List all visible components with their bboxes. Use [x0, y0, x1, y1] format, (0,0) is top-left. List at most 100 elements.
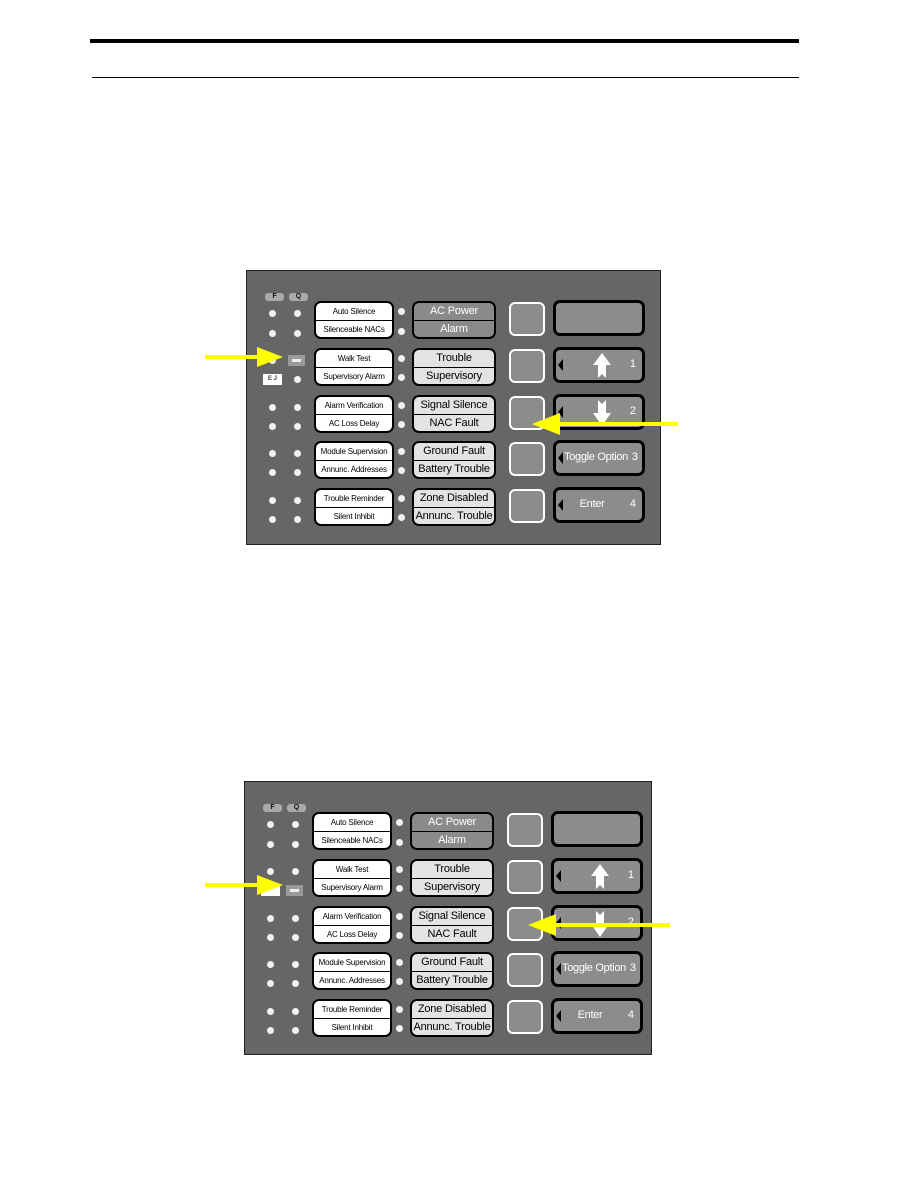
led-status — [398, 328, 405, 335]
led-q — [292, 1008, 299, 1015]
function-label: Silent Inhibit — [316, 507, 392, 524]
caret-left-icon — [556, 1010, 561, 1022]
function-label: Trouble Reminder — [323, 494, 385, 503]
function-label: Alarm Verification — [322, 912, 382, 921]
function-label-group: Trouble Reminder Silent Inhibit — [314, 488, 394, 526]
indicator-dash — [288, 355, 305, 366]
square-button[interactable] — [507, 1000, 543, 1034]
led-q — [292, 821, 299, 828]
status-label: Battery Trouble — [412, 972, 492, 988]
function-label: Silent Inhibit — [314, 1018, 390, 1035]
column-label-f: F — [263, 804, 282, 812]
function-label: Walk Test — [337, 354, 371, 363]
led-f — [267, 1008, 274, 1015]
led-q — [294, 450, 301, 457]
led-f — [267, 934, 274, 941]
caret-left-icon — [558, 499, 563, 511]
led-q — [292, 980, 299, 987]
key-label: Toggle Option — [562, 962, 626, 974]
callout-arrow-left-icon — [532, 413, 678, 435]
header-rule-thin — [92, 77, 799, 78]
status-label: Supervisory — [412, 879, 492, 895]
status-label-group: Ground Fault Battery Trouble — [412, 441, 496, 479]
status-label: Zone Disabled — [414, 490, 494, 507]
led-q — [292, 961, 299, 968]
status-label-group: AC Power Alarm — [412, 301, 496, 339]
key-number: 1 — [627, 869, 634, 881]
callout-arrow-right-icon — [205, 875, 283, 895]
led-f — [267, 915, 274, 922]
status-label: NAC Fault — [412, 926, 492, 942]
led-status — [398, 355, 405, 362]
status-label: Alarm — [414, 321, 494, 337]
led-f — [269, 310, 276, 317]
status-label: Battery Trouble — [414, 461, 494, 477]
led-q — [294, 330, 301, 337]
arrow-up-icon — [593, 353, 611, 378]
key-number: 1 — [629, 358, 636, 370]
square-button[interactable] — [507, 953, 543, 987]
function-label-group: Alarm Verification AC Loss Delay — [312, 906, 392, 944]
square-button[interactable] — [509, 349, 545, 383]
led-status — [398, 308, 405, 315]
keypad-button-4[interactable]: Enter 4 — [553, 487, 645, 523]
led-status — [396, 1006, 403, 1013]
keypad-button-4[interactable]: Enter 4 — [551, 998, 643, 1034]
function-label: Supervisory Alarm — [316, 367, 392, 384]
function-label: Trouble Reminder — [321, 1005, 383, 1014]
function-label-group: Module Supervision Annunc. Addresses — [314, 441, 394, 479]
led-q — [292, 1027, 299, 1034]
function-label: AC Loss Delay — [316, 414, 392, 431]
caret-left-icon — [556, 963, 561, 975]
keypad-button-0[interactable] — [551, 811, 643, 847]
led-status — [396, 885, 403, 892]
status-label: Trouble — [414, 350, 494, 367]
led-q — [292, 934, 299, 941]
function-label: Auto Silence — [330, 818, 374, 827]
arrow-up-icon — [591, 864, 609, 889]
led-q — [292, 915, 299, 922]
key-number: 4 — [627, 1009, 634, 1021]
led-status — [396, 932, 403, 939]
status-label-group: Signal Silence NAC Fault — [412, 395, 496, 433]
status-label: Supervisory — [414, 368, 494, 384]
square-button[interactable] — [507, 860, 543, 894]
callout-arrow-right-icon — [205, 347, 283, 367]
led-status — [396, 959, 403, 966]
callout-arrow-left-icon — [528, 914, 670, 936]
keypad-button-3[interactable]: Toggle Option 3 — [553, 440, 645, 476]
square-button[interactable] — [509, 442, 545, 476]
led-f — [269, 423, 276, 430]
function-label: Walk Test — [335, 865, 369, 874]
indicator-label: E J — [263, 374, 282, 385]
status-label-group: Trouble Supervisory — [410, 859, 494, 897]
led-status — [396, 866, 403, 873]
led-f — [269, 497, 276, 504]
function-label: Supervisory Alarm — [314, 878, 390, 895]
keypad-button-0[interactable] — [553, 300, 645, 336]
square-button[interactable] — [507, 813, 543, 847]
function-label: Annunc. Addresses — [314, 971, 390, 988]
led-q — [294, 423, 301, 430]
column-label-f: F — [265, 293, 284, 301]
square-button[interactable] — [509, 489, 545, 523]
square-button[interactable] — [509, 302, 545, 336]
led-status — [398, 374, 405, 381]
led-q — [294, 404, 301, 411]
status-label: AC Power — [414, 303, 494, 320]
keypad-button-3[interactable]: Toggle Option 3 — [551, 951, 643, 987]
led-q — [294, 497, 301, 504]
key-label: Enter — [577, 1009, 603, 1021]
keypad-button-1[interactable]: 1 — [553, 347, 645, 383]
led-f — [269, 404, 276, 411]
status-label-group: Trouble Supervisory — [412, 348, 496, 386]
status-label: Signal Silence — [414, 397, 494, 414]
led-f — [269, 330, 276, 337]
led-f — [267, 821, 274, 828]
led-status — [398, 421, 405, 428]
led-f — [267, 841, 274, 848]
status-label: Trouble — [412, 861, 492, 878]
keypad-button-1[interactable]: 1 — [551, 858, 643, 894]
led-status — [396, 819, 403, 826]
caret-left-icon — [558, 359, 563, 371]
